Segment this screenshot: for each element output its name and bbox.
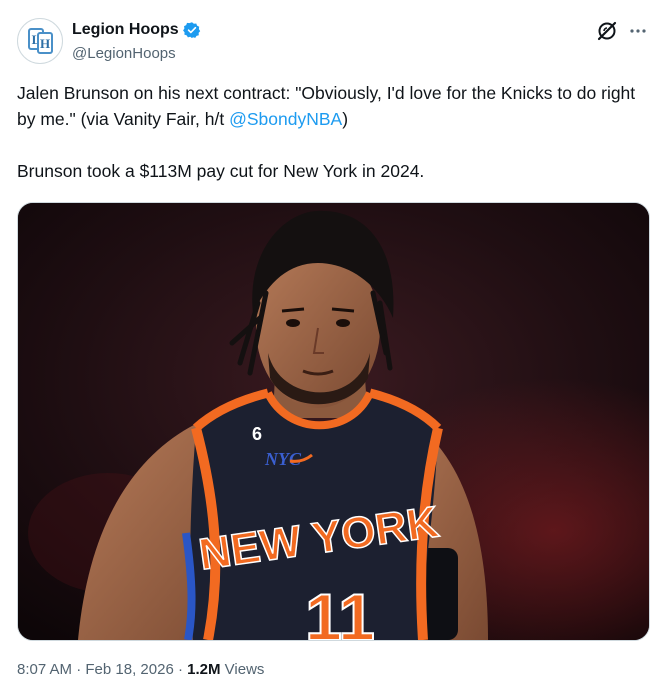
tweet-date[interactable]: Feb 18, 2026 bbox=[85, 661, 173, 678]
legion-hoops-logo-icon: L H bbox=[28, 28, 53, 54]
author-name-row: Legion Hoops bbox=[72, 20, 201, 40]
tweet-text-part: ) bbox=[342, 109, 349, 129]
verified-badge-icon bbox=[182, 22, 200, 39]
tweet-meta: 8:07 AM · Feb 18, 2026 · 1.2M Views bbox=[17, 660, 264, 680]
author-avatar[interactable]: L H bbox=[17, 18, 63, 64]
more-options-icon[interactable] bbox=[627, 20, 649, 42]
tweet-photo[interactable]: 6 NYC NEW YORK 11 bbox=[17, 202, 650, 641]
svg-text:H: H bbox=[40, 36, 50, 51]
tweet-card: L H Legion Hoops @LegionHoops Jalen Brun… bbox=[0, 0, 660, 695]
meta-separator: · bbox=[177, 661, 183, 678]
tweet-text: Jalen Brunson on his next contract: "Obv… bbox=[17, 80, 647, 184]
player-photo-image: 6 NYC NEW YORK 11 bbox=[18, 203, 649, 640]
views-label: Views bbox=[224, 661, 265, 678]
views-count[interactable]: 1.2M bbox=[187, 661, 220, 678]
meta-separator: · bbox=[76, 661, 82, 678]
grok-icon[interactable] bbox=[596, 20, 618, 42]
tweet-paragraph-2: Brunson took a $113M pay cut for New Yor… bbox=[17, 161, 425, 181]
jersey-number: 11 bbox=[305, 580, 375, 640]
shoulder-number: 6 bbox=[252, 424, 262, 444]
tweet-time[interactable]: 8:07 AM bbox=[17, 661, 72, 678]
tweet-paragraph-1: Jalen Brunson on his next contract: "Obv… bbox=[17, 80, 647, 132]
mention-link[interactable]: @SbondyNBA bbox=[229, 109, 342, 129]
author-handle[interactable]: @LegionHoops bbox=[72, 44, 176, 64]
jersey-patch: NYC bbox=[264, 449, 302, 469]
author-display-name[interactable]: Legion Hoops bbox=[72, 20, 179, 40]
